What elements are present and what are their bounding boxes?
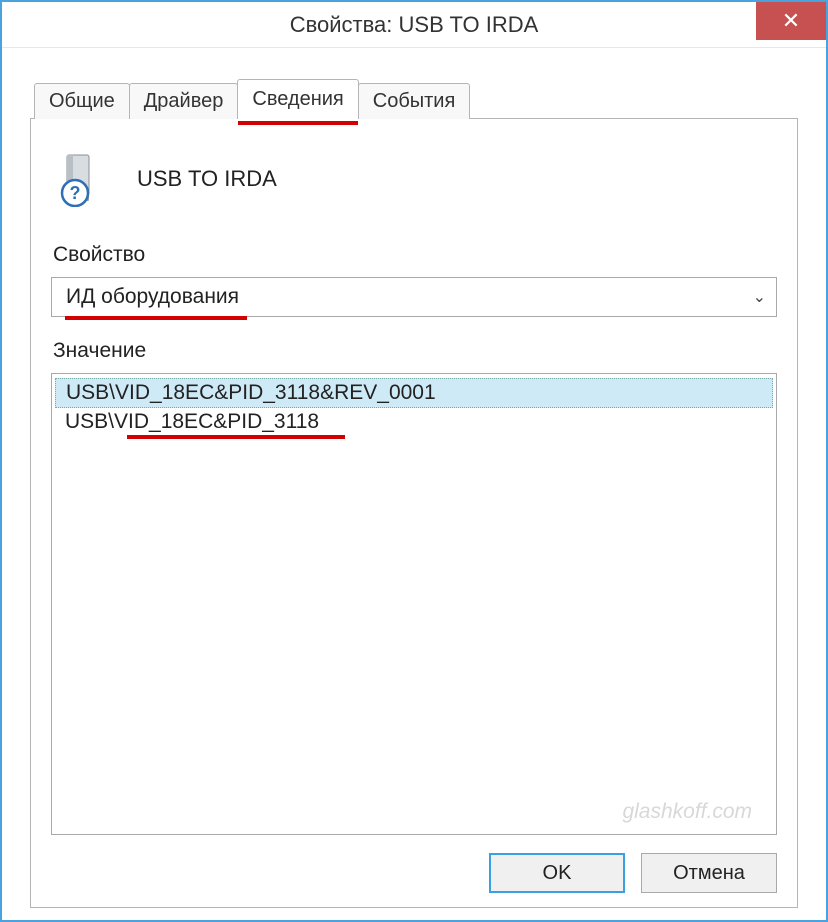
tab-panel: ? USB TO IRDA Свойство ИД оборудования ⌄… (30, 118, 798, 908)
cancel-button[interactable]: Отмена (641, 853, 777, 893)
list-item[interactable]: USB\VID_18EC&PID_3118 (55, 408, 773, 436)
window-title: Свойства: USB TO IRDA (290, 12, 539, 38)
tab-label: События (373, 90, 456, 112)
tab-strip: Общие Драйвер Сведения События (34, 78, 798, 118)
list-item[interactable]: USB\VID_18EC&PID_3118&REV_0001 (55, 378, 773, 408)
tab-details[interactable]: Сведения (237, 79, 358, 119)
device-name: USB TO IRDA (137, 166, 277, 192)
tab-label: Сведения (252, 88, 343, 110)
properties-dialog: Свойства: USB TO IRDA ✕ Общие Драйвер Св… (0, 0, 828, 922)
dialog-footer: OK Отмена (51, 835, 777, 893)
titlebar: Свойства: USB TO IRDA ✕ (2, 2, 826, 48)
value-listbox[interactable]: USB\VID_18EC&PID_3118&REV_0001 USB\VID_1… (51, 373, 777, 835)
close-button[interactable]: ✕ (756, 2, 826, 40)
button-label: OK (543, 862, 572, 885)
tab-events[interactable]: События (358, 83, 471, 119)
property-dropdown[interactable]: ИД оборудования ⌄ (51, 277, 777, 317)
annotation-underline (65, 316, 247, 320)
device-icon: ? (55, 151, 111, 207)
property-selected-text: ИД оборудования (66, 285, 239, 309)
value-label: Значение (53, 339, 777, 363)
button-label: Отмена (673, 862, 745, 885)
watermark-text: glashkoff.com (622, 800, 752, 824)
tab-label: Общие (49, 90, 115, 112)
client-area: Общие Драйвер Сведения События (2, 48, 826, 920)
close-icon: ✕ (782, 10, 800, 32)
tab-driver[interactable]: Драйвер (129, 83, 239, 119)
device-header: ? USB TO IRDA (55, 151, 773, 207)
tab-general[interactable]: Общие (34, 83, 130, 119)
ok-button[interactable]: OK (489, 853, 625, 893)
chevron-down-icon: ⌄ (753, 287, 766, 307)
tab-label: Драйвер (144, 90, 224, 112)
annotation-underline (127, 435, 345, 439)
annotation-underline (238, 121, 357, 125)
property-label: Свойство (53, 243, 777, 267)
svg-text:?: ? (70, 183, 81, 203)
